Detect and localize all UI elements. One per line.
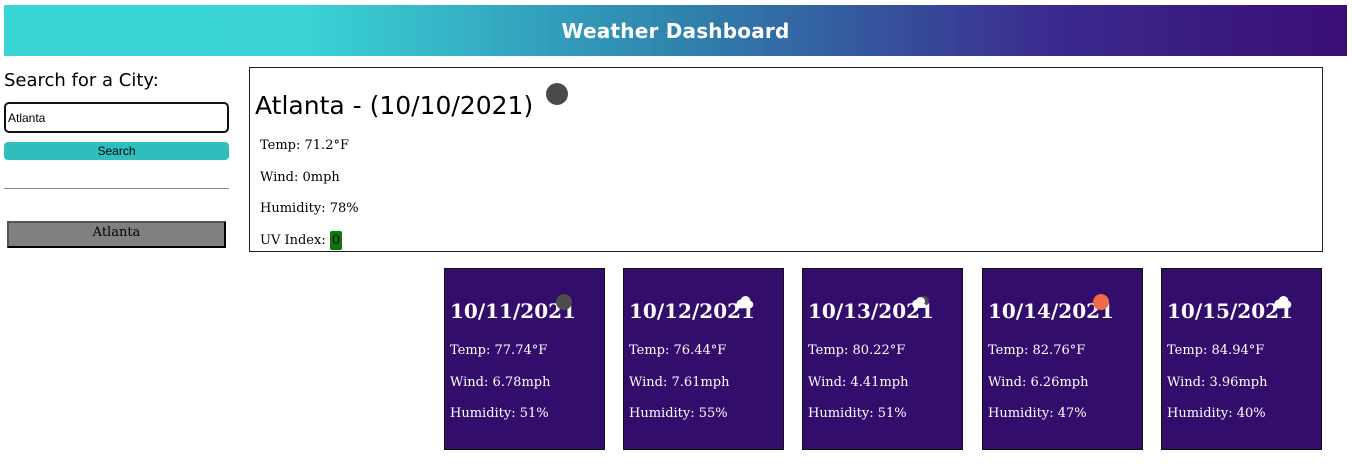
cloud-icon: [736, 296, 754, 309]
current-weather-panel: Atlanta - (10/10/2021) Temp: 71.2°F Wind…: [249, 67, 1323, 252]
forecast-card: 10/11/2021 Temp: 77.74°F Wind: 6.78mph H…: [444, 268, 605, 450]
uv-label: UV Index:: [260, 233, 326, 248]
forecast-humidity: Humidity: 47%: [988, 406, 1087, 421]
current-temp: Temp: 71.2°F: [260, 138, 349, 153]
forecast-wind: Wind: 6.26mph: [988, 375, 1089, 390]
night-clear-icon: [556, 294, 572, 310]
cloudy-night-icon: [912, 296, 929, 309]
forecast-card: 10/12/2021 Temp: 76.44°F Wind: 7.61mph H…: [623, 268, 784, 450]
cloud-icon: [1274, 296, 1292, 309]
search-heading: Search for a City:: [4, 70, 159, 91]
sun-icon: [1093, 294, 1109, 310]
forecast-temp: Temp: 80.22°F: [808, 343, 906, 358]
search-button[interactable]: Search: [4, 142, 229, 160]
night-clear-icon: [546, 83, 568, 105]
forecast-humidity: Humidity: 51%: [450, 406, 549, 421]
city-search-input[interactable]: [4, 102, 229, 133]
forecast-humidity: Humidity: 51%: [808, 406, 907, 421]
forecast-card: 10/14/2021 Temp: 82.76°F Wind: 6.26mph H…: [982, 268, 1143, 450]
forecast-temp: Temp: 77.74°F: [450, 343, 548, 358]
current-humidity: Humidity: 78%: [260, 201, 359, 216]
forecast-temp: Temp: 84.94°F: [1167, 343, 1265, 358]
search-sidebar: Search for a City: Search Atlanta: [4, 66, 230, 248]
forecast-card: 10/15/2021 Temp: 84.94°F Wind: 3.96mph H…: [1161, 268, 1322, 450]
forecast-wind: Wind: 3.96mph: [1167, 375, 1268, 390]
app-title: Weather Dashboard: [561, 18, 790, 43]
history-item-atlanta[interactable]: Atlanta: [7, 221, 226, 248]
current-uv: UV Index: 0: [260, 231, 343, 250]
forecast-wind: Wind: 4.41mph: [808, 375, 909, 390]
forecast-humidity: Humidity: 40%: [1167, 406, 1266, 421]
sidebar-divider: [4, 188, 229, 189]
forecast-temp: Temp: 76.44°F: [629, 343, 727, 358]
uv-index-badge: 0: [329, 231, 343, 250]
forecast-humidity: Humidity: 55%: [629, 406, 728, 421]
app-header: Weather Dashboard: [4, 5, 1347, 56]
current-city-title: Atlanta - (10/10/2021): [255, 91, 534, 120]
forecast-wind: Wind: 7.61mph: [629, 375, 730, 390]
forecast-wind: Wind: 6.78mph: [450, 375, 551, 390]
forecast-card: 10/13/2021 Temp: 80.22°F Wind: 4.41mph H…: [802, 268, 963, 450]
forecast-row: 10/11/2021 Temp: 77.74°F Wind: 6.78mph H…: [444, 268, 1324, 450]
forecast-temp: Temp: 82.76°F: [988, 343, 1086, 358]
current-wind: Wind: 0mph: [260, 170, 340, 185]
